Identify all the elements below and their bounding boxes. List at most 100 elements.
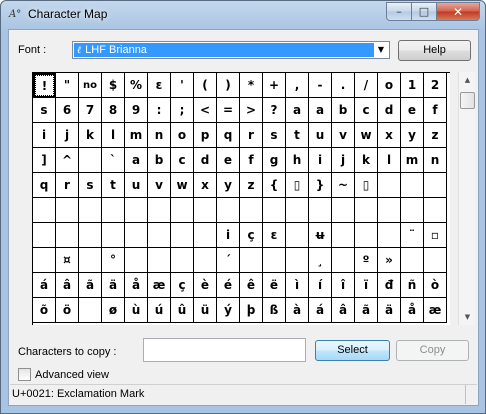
- title-bar[interactable]: A° Character Map – □ ✕: [1, 1, 485, 29]
- character-cell[interactable]: õ: [33, 298, 56, 323]
- character-cell[interactable]: å: [401, 298, 424, 323]
- character-cell[interactable]: ε: [148, 73, 171, 98]
- character-cell[interactable]: [194, 248, 217, 273]
- scroll-down-icon[interactable]: ▼: [459, 309, 476, 325]
- character-cell[interactable]: ▯: [355, 173, 378, 198]
- character-cell[interactable]: j: [332, 148, 355, 173]
- character-cell[interactable]: [79, 148, 102, 173]
- character-cell[interactable]: ç: [171, 273, 194, 298]
- character-cell[interactable]: ò: [424, 273, 447, 298]
- character-cell[interactable]: [401, 198, 424, 223]
- character-cell[interactable]: °: [102, 248, 125, 273]
- character-cell[interactable]: h: [286, 148, 309, 173]
- character-cell[interactable]: [401, 173, 424, 198]
- character-cell[interactable]: [125, 198, 148, 223]
- character-cell[interactable]: [125, 223, 148, 248]
- character-cell[interactable]: f: [240, 148, 263, 173]
- character-cell[interactable]: p: [194, 123, 217, 148]
- character-cell[interactable]: w: [171, 173, 194, 198]
- character-cell[interactable]: 8: [102, 98, 125, 123]
- characters-to-copy-input[interactable]: [143, 338, 306, 362]
- character-cell[interactable]: [355, 223, 378, 248]
- minimize-button[interactable]: –: [386, 2, 412, 21]
- character-cell[interactable]: x: [378, 123, 401, 148]
- character-cell[interactable]: ^: [56, 148, 79, 173]
- character-cell[interactable]: a: [309, 98, 332, 123]
- character-cell[interactable]: º: [355, 248, 378, 273]
- character-cell[interactable]: {: [263, 173, 286, 198]
- character-cell[interactable]: ø: [102, 298, 125, 323]
- character-cell[interactable]: â: [332, 298, 355, 323]
- character-cell[interactable]: r: [240, 123, 263, 148]
- character-cell[interactable]: [33, 198, 56, 223]
- character-cell[interactable]: [79, 298, 102, 323]
- character-cell[interactable]: þ: [240, 298, 263, 323]
- character-cell[interactable]: ã: [79, 273, 102, 298]
- character-cell[interactable]: ß: [263, 298, 286, 323]
- character-cell[interactable]: [33, 248, 56, 273]
- character-cell[interactable]: ä: [378, 298, 401, 323]
- character-cell[interactable]: k: [355, 148, 378, 173]
- character-cell[interactable]: *: [240, 73, 263, 98]
- character-cell[interactable]: æ: [424, 298, 447, 323]
- copy-button[interactable]: Copy: [396, 340, 469, 361]
- character-cell[interactable]: á: [309, 298, 332, 323]
- maximize-button[interactable]: □: [412, 2, 437, 21]
- character-cell[interactable]: [171, 223, 194, 248]
- character-cell[interactable]: (: [194, 73, 217, 98]
- character-cell[interactable]: >: [240, 98, 263, 123]
- character-cell[interactable]: [79, 223, 102, 248]
- character-cell[interactable]: z: [424, 123, 447, 148]
- character-cell[interactable]: ì: [286, 273, 309, 298]
- scrollbar-thumb[interactable]: [460, 92, 475, 109]
- character-cell[interactable]: m: [125, 123, 148, 148]
- advanced-view-label[interactable]: Advanced view: [35, 369, 109, 381]
- character-cell[interactable]: [171, 198, 194, 223]
- character-cell[interactable]: [217, 198, 240, 223]
- character-cell[interactable]: t: [102, 173, 125, 198]
- character-cell[interactable]: [148, 248, 171, 273]
- character-cell[interactable]: l: [378, 148, 401, 173]
- character-cell[interactable]: ;: [171, 98, 194, 123]
- character-cell[interactable]: đ: [378, 273, 401, 298]
- character-cell[interactable]: ε: [263, 223, 286, 248]
- character-cell[interactable]: [378, 173, 401, 198]
- character-cell[interactable]: q: [217, 123, 240, 148]
- character-cell[interactable]: â: [56, 273, 79, 298]
- character-cell[interactable]: u: [309, 123, 332, 148]
- character-cell[interactable]: ¨: [401, 223, 424, 248]
- character-cell[interactable]: [378, 223, 401, 248]
- character-cell[interactable]: [194, 198, 217, 223]
- character-cell[interactable]: à: [286, 298, 309, 323]
- character-cell[interactable]: l: [102, 123, 125, 148]
- advanced-view-checkbox[interactable]: [18, 368, 31, 381]
- font-dropdown[interactable]: ℓ LHF Brianna ▼: [72, 41, 390, 59]
- scroll-up-icon[interactable]: ▲: [459, 72, 476, 88]
- character-cell[interactable]: y: [401, 123, 424, 148]
- character-cell[interactable]: ï: [355, 273, 378, 298]
- character-cell[interactable]: ä: [102, 273, 125, 298]
- character-cell[interactable]: ▯: [286, 173, 309, 198]
- character-cell[interactable]: [286, 248, 309, 273]
- character-cell[interactable]: q: [33, 173, 56, 198]
- character-cell[interactable]: o: [378, 73, 401, 98]
- close-button[interactable]: ✕: [437, 2, 480, 21]
- select-button[interactable]: Select: [315, 340, 390, 361]
- character-cell[interactable]: è: [194, 273, 217, 298]
- character-cell[interactable]: [309, 198, 332, 223]
- character-cell[interactable]: no: [79, 73, 102, 98]
- character-cell[interactable]: ê: [240, 273, 263, 298]
- character-cell[interactable]: ´: [217, 248, 240, 273]
- character-cell[interactable]: ¸: [309, 248, 332, 273]
- character-cell[interactable]: [240, 198, 263, 223]
- character-cell[interactable]: ▫: [424, 223, 447, 248]
- character-cell[interactable]: s: [79, 173, 102, 198]
- character-cell[interactable]: y: [217, 173, 240, 198]
- character-cell[interactable]: é: [217, 273, 240, 298]
- character-cell[interactable]: v: [148, 173, 171, 198]
- character-cell[interactable]: r: [56, 173, 79, 198]
- character-cell[interactable]: d: [194, 148, 217, 173]
- character-cell[interactable]: [102, 198, 125, 223]
- character-cell[interactable]: j: [56, 123, 79, 148]
- character-cell[interactable]: i: [33, 123, 56, 148]
